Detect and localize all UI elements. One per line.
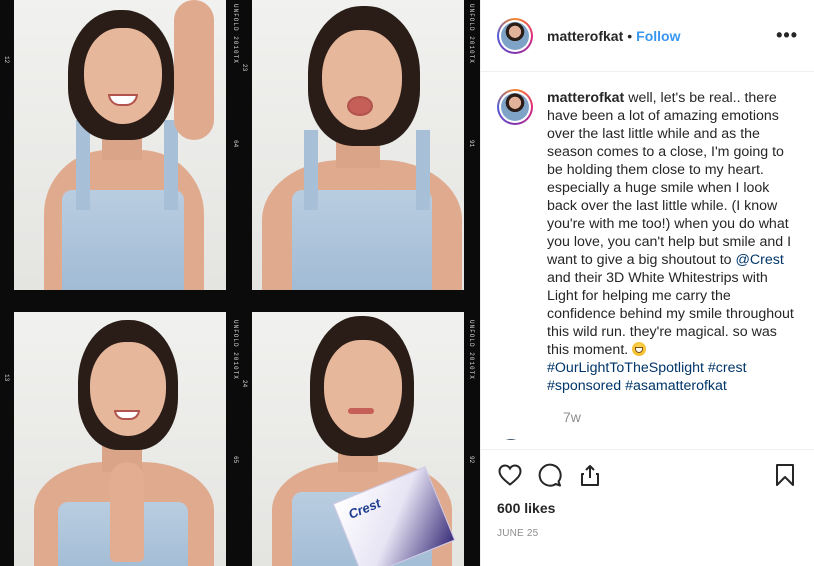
caption-body: and their 3D White Whitestrips with Ligh… <box>547 270 794 358</box>
mention-link[interactable]: @Crest <box>736 252 784 268</box>
caption-username[interactable]: matterofkat <box>547 90 624 106</box>
share-icon[interactable] <box>577 462 603 488</box>
film-label: UNFOLD 2010TX <box>468 320 475 380</box>
caption-time[interactable]: 7w <box>563 409 798 425</box>
likes-count[interactable]: 600 likes <box>497 500 798 516</box>
photo-frame <box>252 0 464 290</box>
post-actions: 600 likes June 25 <box>481 449 814 566</box>
caption-avatar[interactable] <box>497 89 533 125</box>
film-label: UNFOLD 2010TX <box>468 4 475 64</box>
hashtag-link[interactable]: #OurLightToTheSpotlight <box>547 360 704 376</box>
film-number: 65 <box>232 456 239 464</box>
post-sidebar: matterofkat • Follow ••• matterofkat wel… <box>480 0 814 566</box>
hashtag-link[interactable]: #asamatterofkat <box>625 378 727 394</box>
photo-frame <box>14 312 226 566</box>
grinning-emoji-icon <box>632 342 647 356</box>
header-username[interactable]: matterofkat <box>547 28 623 44</box>
caption: matterofkat well, let's be real.. there … <box>497 89 798 395</box>
comment-icon[interactable] <box>537 462 563 488</box>
follow-button[interactable]: Follow <box>636 28 680 44</box>
avatar[interactable] <box>497 17 533 54</box>
photo-frame <box>14 0 226 290</box>
post-header: matterofkat • Follow ••• <box>481 0 814 72</box>
bookmark-icon[interactable] <box>772 462 798 488</box>
post-photo[interactable]: Crest UNFOLD 2010TX UNFOLD 2010TX UNFOLD… <box>0 0 480 566</box>
photo-frame: Crest <box>252 312 464 566</box>
film-number: 23 <box>241 64 248 72</box>
caption-body: well, let's be real.. there have been a … <box>547 90 792 268</box>
more-options-icon[interactable]: ••• <box>776 25 798 46</box>
heart-icon[interactable] <box>497 462 523 488</box>
separator-dot: • <box>627 27 633 44</box>
hashtag-link[interactable]: #crest <box>708 360 747 376</box>
comment-avatar[interactable] <box>497 439 525 440</box>
film-number: 64 <box>232 140 239 148</box>
film-number: 91 <box>468 140 475 148</box>
film-label: UNFOLD 2010TX <box>232 4 239 64</box>
comments-section[interactable]: matterofkat well, let's be real.. there … <box>481 73 814 440</box>
film-number: 12 <box>3 56 10 64</box>
hashtag-link[interactable]: #sponsored <box>547 378 621 394</box>
crest-box-label: Crest <box>346 495 383 522</box>
film-number: 24 <box>241 380 248 388</box>
next-comment-partial <box>497 439 705 440</box>
film-label: UNFOLD 2010TX <box>232 320 239 380</box>
film-number: 13 <box>3 374 10 382</box>
film-number: 92 <box>468 456 475 464</box>
post-date[interactable]: June 25 <box>497 528 798 539</box>
caption-text: matterofkat well, let's be real.. there … <box>547 89 797 395</box>
